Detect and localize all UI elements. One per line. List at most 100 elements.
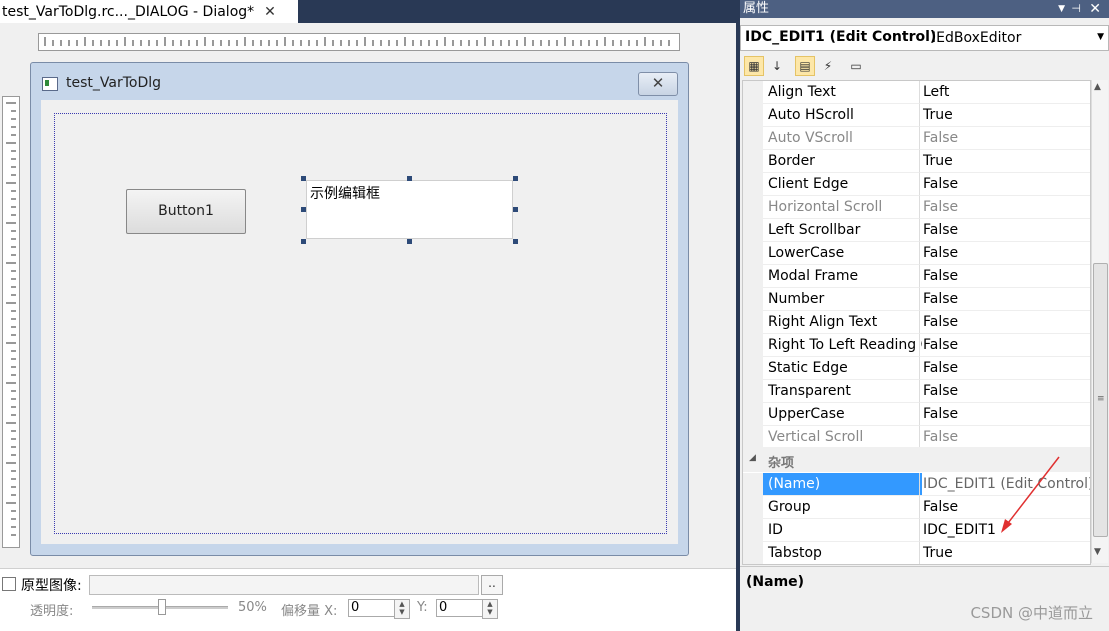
property-row[interactable]: Static Edge False	[743, 357, 1090, 380]
property-row[interactable]: Right Align Text False	[743, 311, 1090, 334]
property-name: Client Edge	[763, 173, 922, 196]
row-gutter	[743, 196, 763, 219]
property-name: UpperCase	[763, 403, 922, 426]
resize-handle-ne[interactable]	[513, 176, 518, 181]
object-selector-combo[interactable]: IDC_EDIT1 (Edit Control) IEdBoxEditor ▼	[740, 25, 1109, 51]
property-row[interactable]: Horizontal Scroll False	[743, 196, 1090, 219]
property-value[interactable]: False	[919, 242, 1090, 265]
close-icon[interactable]: ✕	[264, 4, 276, 20]
property-row[interactable]: Vertical Scroll False	[743, 426, 1090, 449]
property-value[interactable]: IDC_EDIT1	[919, 519, 1090, 542]
document-tab[interactable]: test_VarToDlg.rc..._DIALOG - Dialog* ✕	[0, 0, 298, 24]
opacity-label: 透明度:	[30, 604, 74, 619]
property-row[interactable]: Align Text Left	[743, 81, 1090, 104]
property-value[interactable]: False	[919, 173, 1090, 196]
properties-icon[interactable]: ▤	[795, 56, 815, 76]
row-gutter	[743, 173, 763, 196]
collapse-triangle-icon[interactable]: ◢	[749, 453, 756, 463]
browse-button[interactable]: ..	[481, 575, 503, 595]
property-name: (Name)	[763, 473, 922, 496]
edit-control[interactable]: 示例编辑框	[306, 180, 513, 239]
property-row[interactable]: Client Edge False	[743, 173, 1090, 196]
property-value[interactable]: False	[919, 403, 1090, 426]
property-value[interactable]: False	[919, 311, 1090, 334]
close-icon[interactable]: ✕	[1089, 0, 1101, 18]
scroll-down-icon[interactable]: ▼	[1094, 547, 1101, 557]
property-row[interactable]: Transparent False	[743, 380, 1090, 403]
pin-icon[interactable]: ⊣	[1071, 0, 1081, 18]
property-row[interactable]: Right To Left Reading OrderFalse	[743, 334, 1090, 357]
horizontal-ruler[interactable]	[38, 33, 680, 51]
property-value[interactable]: Left	[919, 81, 1090, 104]
offset-x-input[interactable]: 0	[348, 599, 396, 617]
property-value[interactable]: True	[919, 150, 1090, 173]
property-value[interactable]: False	[919, 357, 1090, 380]
chevron-down-icon[interactable]: ▼	[1097, 32, 1104, 42]
property-value[interactable]: True	[919, 104, 1090, 127]
property-row[interactable]: LowerCase False	[743, 242, 1090, 265]
vertical-ruler[interactable]	[2, 96, 20, 548]
prototype-image-checkbox[interactable]	[2, 577, 16, 591]
grip-icon: ≡	[1097, 394, 1105, 404]
property-name: Transparent	[763, 380, 922, 403]
chevron-down-icon[interactable]: ▼	[1058, 0, 1065, 18]
property-grid-scrollbar[interactable]: ▲ ≡ ▼	[1091, 80, 1108, 563]
property-row[interactable]: Modal Frame False	[743, 265, 1090, 288]
row-gutter	[743, 265, 763, 288]
resize-handle-s[interactable]	[407, 239, 412, 244]
property-row[interactable]: Auto VScroll False	[743, 127, 1090, 150]
property-value[interactable]: False	[919, 265, 1090, 288]
resize-handle-sw[interactable]	[301, 239, 306, 244]
property-row[interactable]: (Name) IDC_EDIT1 (Edit Control)	[743, 473, 1090, 496]
events-lightning-icon[interactable]: ⚡	[818, 56, 838, 76]
dialog-preview[interactable]: test_VarToDlg ✕ Button1 示例编辑框	[30, 62, 689, 556]
property-row[interactable]: Number False	[743, 288, 1090, 311]
property-row[interactable]: UpperCase False	[743, 403, 1090, 426]
category-header[interactable]: ◢ 杂项	[743, 447, 1090, 472]
property-value[interactable]: False	[919, 196, 1090, 219]
row-gutter	[743, 403, 763, 426]
resize-handle-e[interactable]	[513, 207, 518, 212]
prototype-image-path-field[interactable]	[89, 575, 479, 595]
offset-y-input[interactable]: 0	[436, 599, 484, 617]
button1-control[interactable]: Button1	[126, 189, 246, 234]
opacity-slider-thumb[interactable]	[158, 599, 166, 615]
property-value[interactable]: False	[919, 334, 1090, 357]
property-value[interactable]: IDC_EDIT1 (Edit Control)	[919, 473, 1090, 496]
property-value[interactable]: False	[919, 496, 1090, 519]
scrollbar-thumb[interactable]: ≡	[1093, 263, 1108, 537]
property-pages-icon[interactable]: ▭	[846, 56, 866, 76]
dialog-app-icon	[42, 77, 58, 91]
row-gutter	[743, 288, 763, 311]
offset-x-spinner[interactable]: ▲ ▼	[394, 599, 410, 619]
dialog-close-button[interactable]: ✕	[638, 72, 678, 96]
property-value[interactable]: False	[919, 380, 1090, 403]
prototype-image-bar: 原型图像: .. 透明度: 50% 偏移量 X: 0 ▲ ▼ Y: 0 ▲ ▼	[0, 568, 736, 631]
property-value[interactable]: False	[919, 219, 1090, 242]
property-value[interactable]: False	[919, 127, 1090, 150]
property-value[interactable]: True	[919, 542, 1090, 564]
property-row[interactable]: Left Scrollbar False	[743, 219, 1090, 242]
alphabetical-sort-icon[interactable]: ↓	[767, 56, 787, 76]
property-name: Static Edge	[763, 357, 922, 380]
property-row[interactable]: Group False	[743, 496, 1090, 519]
property-value[interactable]: False	[919, 426, 1090, 449]
scroll-up-icon[interactable]: ▲	[1094, 82, 1101, 92]
dialog-client-area[interactable]: Button1 示例编辑框	[41, 100, 678, 544]
property-row[interactable]: ID IDC_EDIT1	[743, 519, 1090, 542]
property-row[interactable]: Auto HScroll True	[743, 104, 1090, 127]
property-row[interactable]: Tabstop True	[743, 542, 1090, 564]
offset-y-spinner[interactable]: ▲ ▼	[482, 599, 498, 619]
resize-handle-w[interactable]	[301, 207, 306, 212]
resize-handle-n[interactable]	[407, 176, 412, 181]
property-row[interactable]: Border True	[743, 150, 1090, 173]
row-gutter	[743, 542, 763, 564]
property-name: Tabstop	[763, 542, 922, 564]
property-value[interactable]: False	[919, 288, 1090, 311]
resize-handle-nw[interactable]	[301, 176, 306, 181]
categorized-icon[interactable]: ▦	[744, 56, 764, 76]
row-gutter	[743, 219, 763, 242]
resize-handle-se[interactable]	[513, 239, 518, 244]
property-grid[interactable]: Align Text Left Auto HScroll True Auto VScro…	[742, 80, 1091, 565]
property-name: Horizontal Scroll	[763, 196, 922, 219]
